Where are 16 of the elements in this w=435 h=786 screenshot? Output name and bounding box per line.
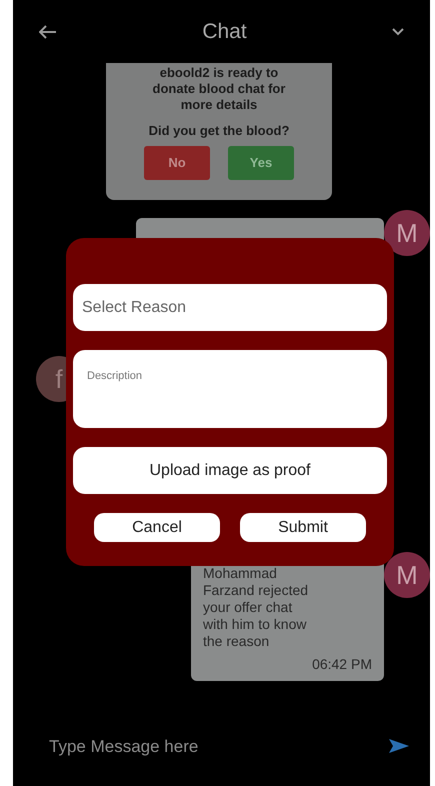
message-input[interactable]: Type Message here bbox=[49, 734, 309, 759]
chevron-down-icon[interactable] bbox=[392, 28, 404, 36]
submit-button[interactable]: Submit bbox=[240, 513, 366, 542]
back-arrow-icon[interactable] bbox=[39, 24, 57, 38]
request-question: Did you get the blood? bbox=[148, 122, 290, 140]
send-icon[interactable] bbox=[388, 738, 410, 754]
cancel-button[interactable]: Cancel bbox=[94, 513, 220, 542]
request-message: eboold2 is ready to donate blood chat for more details bbox=[152, 65, 286, 113]
message-time: 06:42 PM bbox=[312, 655, 372, 674]
reason-select[interactable]: Select Reason bbox=[73, 284, 387, 331]
message-text: Mohammad Farzand rejected your offer chat with him to know the reason bbox=[203, 565, 310, 650]
description-field[interactable]: Description bbox=[73, 350, 387, 428]
avatar: M bbox=[384, 552, 430, 598]
window-title: Chat bbox=[202, 18, 247, 45]
upload-button[interactable]: Upload image as proof bbox=[73, 447, 387, 494]
avatar: M bbox=[384, 210, 430, 256]
